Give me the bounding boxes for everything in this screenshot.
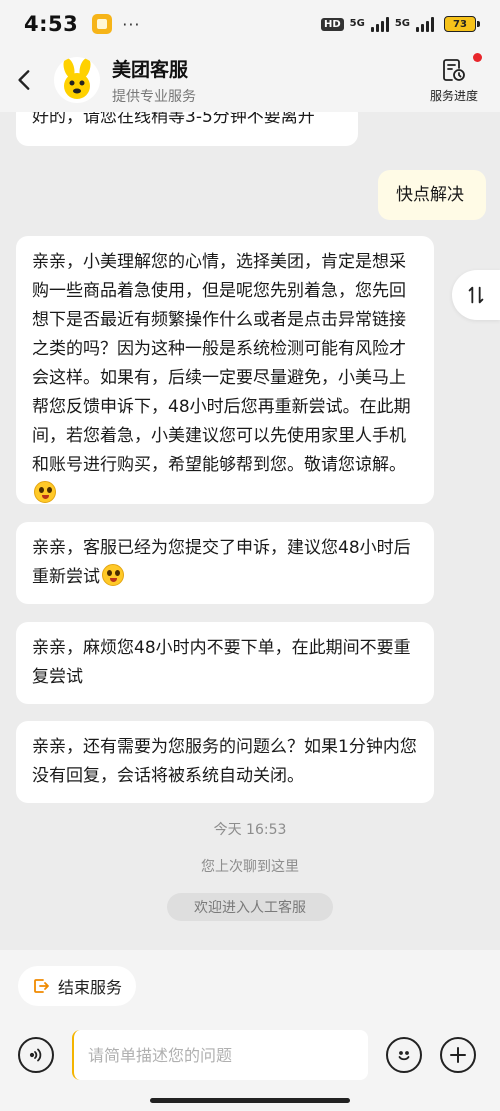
header-titles: 美团客服 提供专业服务	[112, 55, 196, 106]
welcome-notice: 欢迎进入人工客服	[167, 893, 333, 921]
user-message: 快点解决	[378, 170, 486, 220]
status-indicators: HD 5G 5G 73	[320, 16, 480, 32]
more-actions-button[interactable]	[440, 1037, 476, 1073]
signal-strength-icon	[370, 16, 389, 32]
bottom-bar: 结束服务	[0, 950, 500, 1111]
page-title: 美团客服	[112, 58, 189, 81]
status-time: 4:53	[24, 12, 79, 36]
message-text: 亲亲，小美理解您的心情，选择美团，肯定是想采购一些商品着急使用，但是呢您先别着急…	[32, 252, 411, 475]
message-text: 好的，请您在线稍等3-5分钟不要离开	[32, 112, 315, 127]
system-timestamp: 今天 16:53	[213, 822, 287, 838]
message-text: 快点解决	[396, 185, 464, 205]
document-clock-icon	[443, 58, 465, 81]
signal-strength-icon-2	[416, 16, 434, 32]
input-row	[0, 1028, 500, 1082]
smiley-icon	[398, 1051, 410, 1061]
pleading-face-icon	[34, 481, 56, 503]
page-subtitle: 提供专业服务	[112, 88, 196, 105]
message-text: 亲亲，麻烦您48小时内不要下单，在此期间不要重复尝试	[32, 638, 411, 687]
chevron-left-icon	[18, 70, 30, 90]
agent-message: 好的，请您在线稍等3-5分钟不要离开	[16, 112, 358, 146]
pleading-face-icon	[102, 564, 124, 586]
plus-icon	[450, 1047, 466, 1063]
sort-toggle-button[interactable]	[452, 270, 500, 320]
message-text: 亲亲，客服已经为您提交了申诉，建议您48小时后重新尝试	[32, 538, 411, 587]
agent-message: 亲亲，小美理解您的心情，选择美团，肯定是想采购一些商品着急使用，但是呢您先别着急…	[16, 236, 434, 504]
voice-icon	[29, 1048, 42, 1062]
message-input[interactable]	[72, 1030, 368, 1080]
swap-vertical-icon	[468, 286, 484, 304]
end-service-label: 结束服务	[58, 978, 123, 997]
emoji-button[interactable]	[386, 1037, 422, 1073]
chat-message-list[interactable]: 好的，请您在线稍等3-5分钟不要离开 快点解决 亲亲，小美理解您的心情，选择美团…	[0, 112, 500, 950]
hd-voice-icon: HD	[320, 17, 344, 31]
exit-icon	[34, 979, 49, 993]
network-type-1: 5G	[349, 18, 365, 29]
status-bar: 4:53 ··· HD 5G 5G 73	[0, 0, 500, 48]
service-progress-label: 服务进度	[429, 88, 478, 103]
agent-message: 亲亲，客服已经为您提交了申诉，建议您48小时后重新尝试	[16, 522, 434, 604]
back-button[interactable]	[0, 48, 50, 112]
notification-app-icon	[92, 14, 113, 34]
network-type-2: 5G	[394, 18, 410, 29]
home-indicator[interactable]	[150, 1098, 350, 1103]
last-chat-marker: 您上次聊到这里	[201, 859, 299, 875]
notification-dot	[473, 52, 482, 62]
chat-header: 美团客服 提供专业服务 服务进度	[0, 48, 500, 112]
battery-icon: 73	[444, 16, 480, 32]
meituan-kangaroo-icon	[63, 58, 91, 99]
service-progress-button[interactable]: 服务进度	[424, 52, 484, 104]
voice-input-button[interactable]	[18, 1037, 54, 1073]
end-service-button[interactable]: 结束服务	[18, 966, 137, 1006]
more-notifications-icon: ···	[122, 14, 141, 34]
agent-message: 亲亲，还有需要为您服务的问题么？如果1分钟内您没有回复，会话将被系统自动关闭。	[16, 721, 434, 803]
agent-message: 亲亲，麻烦您48小时内不要下单，在此期间不要重复尝试	[16, 622, 434, 704]
message-text: 亲亲，还有需要为您服务的问题么？如果1分钟内您没有回复，会话将被系统自动关闭。	[32, 737, 417, 786]
avatar[interactable]	[54, 57, 100, 103]
